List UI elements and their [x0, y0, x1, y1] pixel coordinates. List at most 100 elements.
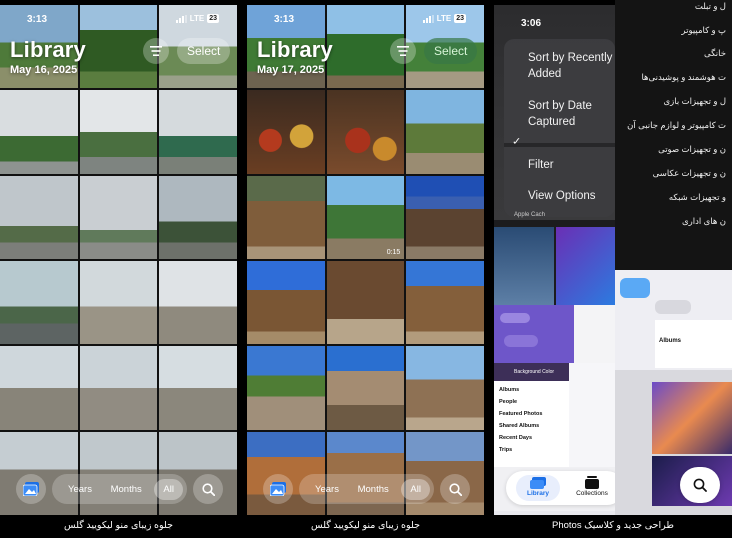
settings-screenshot[interactable]: [569, 363, 615, 473]
status-time: 3:13: [274, 14, 295, 25]
category-item[interactable]: پ و کامپیوتر: [681, 25, 726, 36]
photo-thumbnail[interactable]: [555, 227, 615, 305]
tab-months[interactable]: Months: [105, 479, 148, 500]
category-item[interactable]: ن های اداری: [682, 216, 726, 227]
photo-thumbnail[interactable]: 0:15: [326, 175, 405, 259]
photo-thumbnail[interactable]: [79, 90, 158, 174]
sheet-row[interactable]: Featured Photos: [499, 411, 542, 417]
menu-item-view-options[interactable]: View Options: [528, 188, 596, 204]
category-item[interactable]: ل و تجهیزات بازی: [664, 96, 726, 107]
menu-item-sort-recently-added[interactable]: Sort by Recently Added: [528, 50, 615, 82]
photo-thumbnail[interactable]: [0, 90, 78, 174]
search-icon: [448, 482, 462, 496]
sort-dropdown-menu: Sort by Recently Added ✓ Sort by Date Ca…: [504, 39, 615, 217]
tab-collections[interactable]: Collections: [572, 475, 612, 501]
network-type: LTE: [189, 14, 205, 23]
sort-menu-button[interactable]: [143, 38, 169, 64]
select-button[interactable]: Select: [424, 38, 478, 64]
time-scale-segmented-control: Years Months All: [52, 474, 187, 504]
photo-thumbnail[interactable]: [406, 261, 484, 345]
photo-thumbnail[interactable]: [79, 261, 158, 345]
albums-label: Albums: [659, 338, 682, 344]
photo-thumbnail[interactable]: [326, 90, 405, 174]
photo-thumbnail[interactable]: [0, 175, 78, 259]
screenshot-thumbnail[interactable]: [574, 305, 615, 365]
photo-grid: [0, 5, 237, 515]
photo-thumbnail[interactable]: [247, 346, 325, 430]
screenshot-caption: جلوه زیبای منو لیکویید گلس: [311, 520, 420, 531]
sheet-row[interactable]: People: [499, 399, 517, 405]
wallpaper-thumbnail[interactable]: [652, 382, 732, 454]
photo-stack-icon: [270, 482, 286, 496]
photo-stack-icon: [530, 477, 546, 489]
photo-stack-icon: [23, 482, 39, 496]
photo-thumbnail[interactable]: [247, 261, 325, 345]
video-duration: 0:15: [386, 249, 401, 256]
category-item[interactable]: ل و تبلت: [695, 1, 726, 12]
status-bar: 3:13 LTE 23: [247, 14, 484, 28]
photo-thumbnail[interactable]: [247, 175, 325, 259]
photo-thumbnail[interactable]: [247, 90, 325, 174]
date-label: May 17, 2025: [257, 64, 325, 76]
category-item[interactable]: و تجهیزات شبکه: [669, 192, 726, 203]
photo-thumbnail[interactable]: [406, 90, 484, 174]
signal-bars-icon: [175, 14, 187, 23]
date-label: May 16, 2025: [10, 64, 78, 76]
category-item[interactable]: ن و تجهیزات صوتی: [658, 144, 726, 155]
tab-years[interactable]: Years: [62, 479, 98, 500]
menu-divider: [504, 143, 615, 147]
albums-preview[interactable]: [655, 320, 732, 368]
battery-icon: 23: [207, 14, 219, 23]
hamburger-menu-icon: [150, 46, 162, 56]
sort-menu-button[interactable]: [390, 38, 416, 64]
photo-thumbnail[interactable]: [0, 346, 78, 430]
screenshot-thumbnail[interactable]: [494, 305, 574, 365]
sheet-row[interactable]: Recent Days: [499, 435, 532, 441]
tab-months[interactable]: Months: [352, 479, 395, 500]
search-button[interactable]: [680, 467, 720, 503]
status-time: 3:13: [27, 14, 48, 25]
search-button[interactable]: [193, 474, 223, 504]
sheet-row[interactable]: Albums: [499, 387, 519, 393]
photo-thumbnail[interactable]: [159, 175, 237, 259]
photo-thumbnail[interactable]: [159, 261, 237, 345]
photo-thumbnail[interactable]: [326, 261, 405, 345]
phone-screen-1: 3:13 LTE 23 Library May 16, 2025 Select …: [0, 5, 237, 515]
tab-library-label: Library: [526, 490, 550, 497]
category-item[interactable]: ت هوشمند و پوشیدنی‌ها: [641, 72, 726, 83]
photo-thumbnail[interactable]: [0, 261, 78, 345]
tab-all[interactable]: All: [154, 478, 183, 500]
photo-thumbnail[interactable]: [494, 227, 554, 305]
search-button[interactable]: [440, 474, 470, 504]
tab-library[interactable]: Library: [516, 475, 560, 501]
menu-item-sort-date-captured[interactable]: Sort by Date Captured: [528, 98, 614, 130]
tab-years[interactable]: Years: [309, 479, 345, 500]
library-tab-button[interactable]: [263, 474, 293, 504]
screenshot-caption: جلوه زیبای منو لیکویید گلس: [64, 520, 173, 531]
photo-thumbnail[interactable]: [159, 90, 237, 174]
photos-sidebar-sheet: Background Color Albums People Featured …: [494, 363, 569, 473]
select-button[interactable]: Select: [177, 38, 231, 64]
sheet-row[interactable]: Trips: [499, 447, 512, 453]
library-tab-button[interactable]: [16, 474, 46, 504]
network-type: LTE: [436, 14, 452, 23]
photo-grid: 0:15: [247, 5, 484, 515]
menu-item-filter[interactable]: Filter: [528, 157, 554, 173]
signal-bars-icon: [422, 14, 434, 23]
category-menu: ل و تبلت پ و کامپیوتر خانگی ت هوشمند و پ…: [615, 0, 732, 270]
phone-screen-2: 0:15 3:13 LTE 23 Library May 17, 2025 Se…: [247, 5, 484, 515]
photo-thumbnail[interactable]: [79, 346, 158, 430]
bottom-toolbar: Years Months All: [16, 470, 223, 508]
photo-thumbnail[interactable]: [406, 346, 484, 430]
photo-thumbnail[interactable]: [326, 346, 405, 430]
photo-thumbnail[interactable]: [159, 346, 237, 430]
category-item[interactable]: خانگی: [704, 48, 726, 59]
category-item[interactable]: ن و تجهیزات عکاسی: [653, 168, 726, 179]
photo-thumbnail[interactable]: [406, 175, 484, 259]
tab-all[interactable]: All: [401, 478, 430, 500]
time-scale-segmented-control: Years Months All: [299, 474, 434, 504]
search-icon: [693, 478, 707, 492]
photo-thumbnail[interactable]: [79, 175, 158, 259]
sheet-row[interactable]: Shared Albums: [499, 423, 539, 429]
category-item[interactable]: ت کامپیوتر و لوازم جانبی آن: [627, 120, 726, 131]
